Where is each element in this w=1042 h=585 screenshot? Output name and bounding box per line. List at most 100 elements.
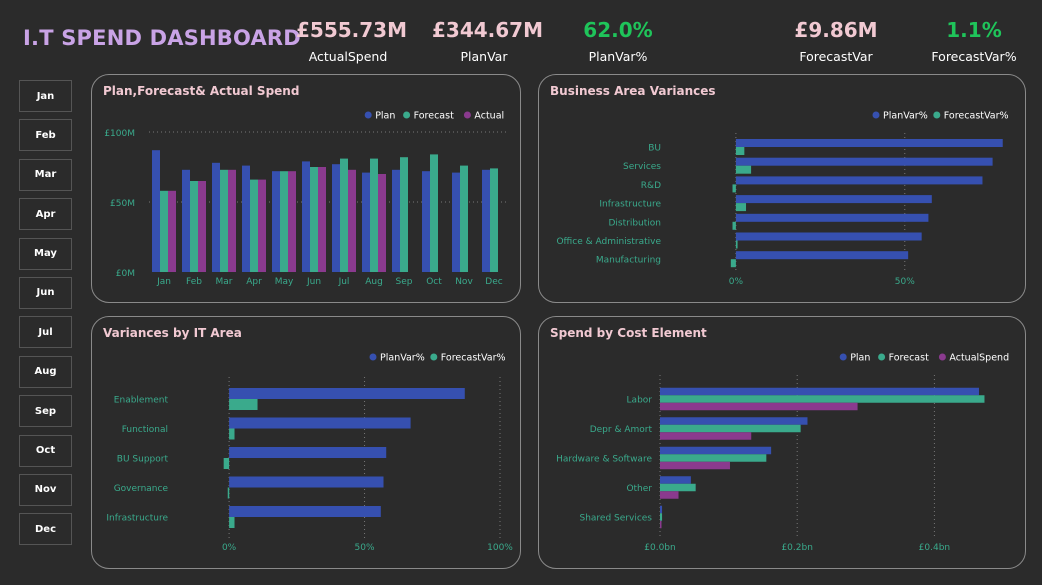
month-button-aug[interactable]: Aug xyxy=(19,355,72,388)
kpi-value: £555.73M xyxy=(296,18,407,42)
kpi-label: ForecastVar xyxy=(799,49,873,64)
bar-forecastvar-pct xyxy=(229,428,235,440)
bar-plan xyxy=(362,172,370,272)
bar-forecast xyxy=(660,513,663,521)
month-button-jun[interactable]: Jun xyxy=(19,276,72,309)
legend-label: Forecast xyxy=(889,353,929,364)
bar-forecastvar-pct xyxy=(732,221,736,230)
category-label: Distribution xyxy=(608,218,661,228)
category-label: Infrastructure xyxy=(599,200,661,210)
legend-label: ForecastVar% xyxy=(944,111,1009,122)
x-tick-label: 50% xyxy=(895,277,915,287)
bar-forecast xyxy=(370,158,378,272)
legend-label: PlanVar% xyxy=(380,353,425,364)
bar-actual xyxy=(168,190,176,272)
month-button-jul[interactable]: Jul xyxy=(19,316,72,349)
bar-plan xyxy=(272,171,280,272)
month-button-apr[interactable]: Apr xyxy=(19,198,72,231)
bar-plan xyxy=(182,169,190,272)
month-button-may[interactable]: May xyxy=(19,237,72,270)
category-label: Services xyxy=(623,162,661,172)
chart-title: Spend by Cost Element xyxy=(550,326,707,340)
x-tick-label: £0.4bn xyxy=(919,543,950,553)
bar-forecast xyxy=(660,424,801,433)
legend-marker xyxy=(369,353,377,361)
bar-plan xyxy=(660,476,691,484)
kpi-value: 1.1% xyxy=(946,18,1002,42)
kpi-forecast-var: £9.86M ForecastVar xyxy=(786,18,886,64)
month-button-oct[interactable]: Oct xyxy=(19,434,72,467)
bar-forecast xyxy=(660,454,767,462)
category-label: Labor xyxy=(627,396,653,406)
month-button-jan[interactable]: Jan xyxy=(19,80,72,112)
bar-forecast xyxy=(190,181,198,272)
category-label: BU Support xyxy=(117,455,169,465)
legend-label: Forecast xyxy=(414,111,454,122)
bar-forecast xyxy=(460,165,468,272)
itarea-chart: ForecastVar% PlanVar% 0% 50% 100% Enablement F… xyxy=(106,353,513,554)
legend-label: Actual xyxy=(474,111,504,122)
dashboard-title: I.T SPEND DASHBOARD xyxy=(23,26,301,50)
month-button-mar[interactable]: Mar xyxy=(19,158,72,191)
bar-plan xyxy=(212,162,220,272)
chart-title: Plan,Forecast& Actual Spend xyxy=(103,84,300,98)
kpi-value: £344.67M xyxy=(432,18,543,42)
legend-marker xyxy=(839,353,847,361)
x-tick-label: Nov xyxy=(455,277,473,287)
bar-planvar-pct xyxy=(735,139,1003,147)
bar-forecastvar-pct xyxy=(735,240,738,249)
chart-title: Variances by IT Area xyxy=(103,326,242,340)
legend-marker xyxy=(403,111,411,119)
bar-plan xyxy=(660,505,663,514)
bar-actual xyxy=(228,169,236,272)
bar-actualspend xyxy=(660,432,752,440)
bar-planvar-pct xyxy=(735,232,922,241)
x-tick-label: £0.0bn xyxy=(644,543,675,553)
bar-actual xyxy=(258,179,266,272)
bar-planvar-pct xyxy=(229,476,384,488)
cost-chart: ActualSpend Forecast Plan £0.0bn £0.2bn £0.4b… xyxy=(556,353,1009,554)
month-slicer: Jan Feb Mar Apr May Jun Jul Aug Sep Oct … xyxy=(19,80,72,553)
month-button-feb[interactable]: Feb xyxy=(19,119,72,152)
bar-forecast xyxy=(660,395,985,403)
month-button-nov[interactable]: Nov xyxy=(19,473,72,506)
kpi-plan-var: £344.67M PlanVar xyxy=(432,18,543,64)
category-label: R&D xyxy=(641,181,661,191)
legend-marker xyxy=(938,353,946,361)
legend-label: ForecastVar% xyxy=(441,353,506,364)
bar-forecast xyxy=(660,483,696,492)
bar-forecastvar-pct xyxy=(735,165,752,174)
x-tick-label: 0% xyxy=(729,277,744,287)
bar-forecastvar-pct xyxy=(223,458,230,469)
panel-cost: ActualSpend Forecast Plan £0.0bn £0.2bn £0.4b… xyxy=(538,316,1026,569)
y-tick-label: £0M xyxy=(116,269,135,279)
bar-forecast xyxy=(340,158,348,272)
bar-plan xyxy=(422,171,430,272)
bar-plan xyxy=(482,169,490,272)
business-chart: ForecastVar% PlanVar% 0% 50% BU Services R&D In… xyxy=(556,111,1009,288)
kpi-value: £9.86M xyxy=(794,18,878,42)
category-label: Manufacturing xyxy=(596,256,661,266)
bar-plan xyxy=(392,169,400,272)
spend-chart: Actual Forecast Plan £0M £50M £100M Jan Feb Mar A… xyxy=(104,111,509,287)
x-tick-label: £0.2bn xyxy=(781,543,812,553)
bar-planvar-pct xyxy=(735,195,932,204)
bar-forecastvar-pct xyxy=(732,184,736,193)
x-tick-label: Feb xyxy=(186,277,202,287)
month-button-dec[interactable]: Dec xyxy=(19,513,72,546)
month-button-sep[interactable]: Sep xyxy=(19,395,72,428)
bar-actualspend xyxy=(660,402,858,411)
bar-plan xyxy=(242,165,250,272)
kpi-label: ForecastVar% xyxy=(931,49,1017,64)
chart-title: Business Area Variances xyxy=(550,84,716,98)
kpi-actual-spend: £555.73M ActualSpend xyxy=(296,18,407,64)
bar-plan xyxy=(452,172,460,272)
panel-business: ForecastVar% PlanVar% 0% 50% BU Services R&D In… xyxy=(538,74,1026,303)
bar-forecast xyxy=(220,169,228,272)
kpi-label: ActualSpend xyxy=(308,49,388,64)
category-label: Functional xyxy=(122,425,168,435)
bar-plan xyxy=(152,150,160,272)
legend-marker xyxy=(463,111,471,119)
x-tick-label: Sep xyxy=(396,277,413,287)
bar-actualspend xyxy=(660,520,662,529)
